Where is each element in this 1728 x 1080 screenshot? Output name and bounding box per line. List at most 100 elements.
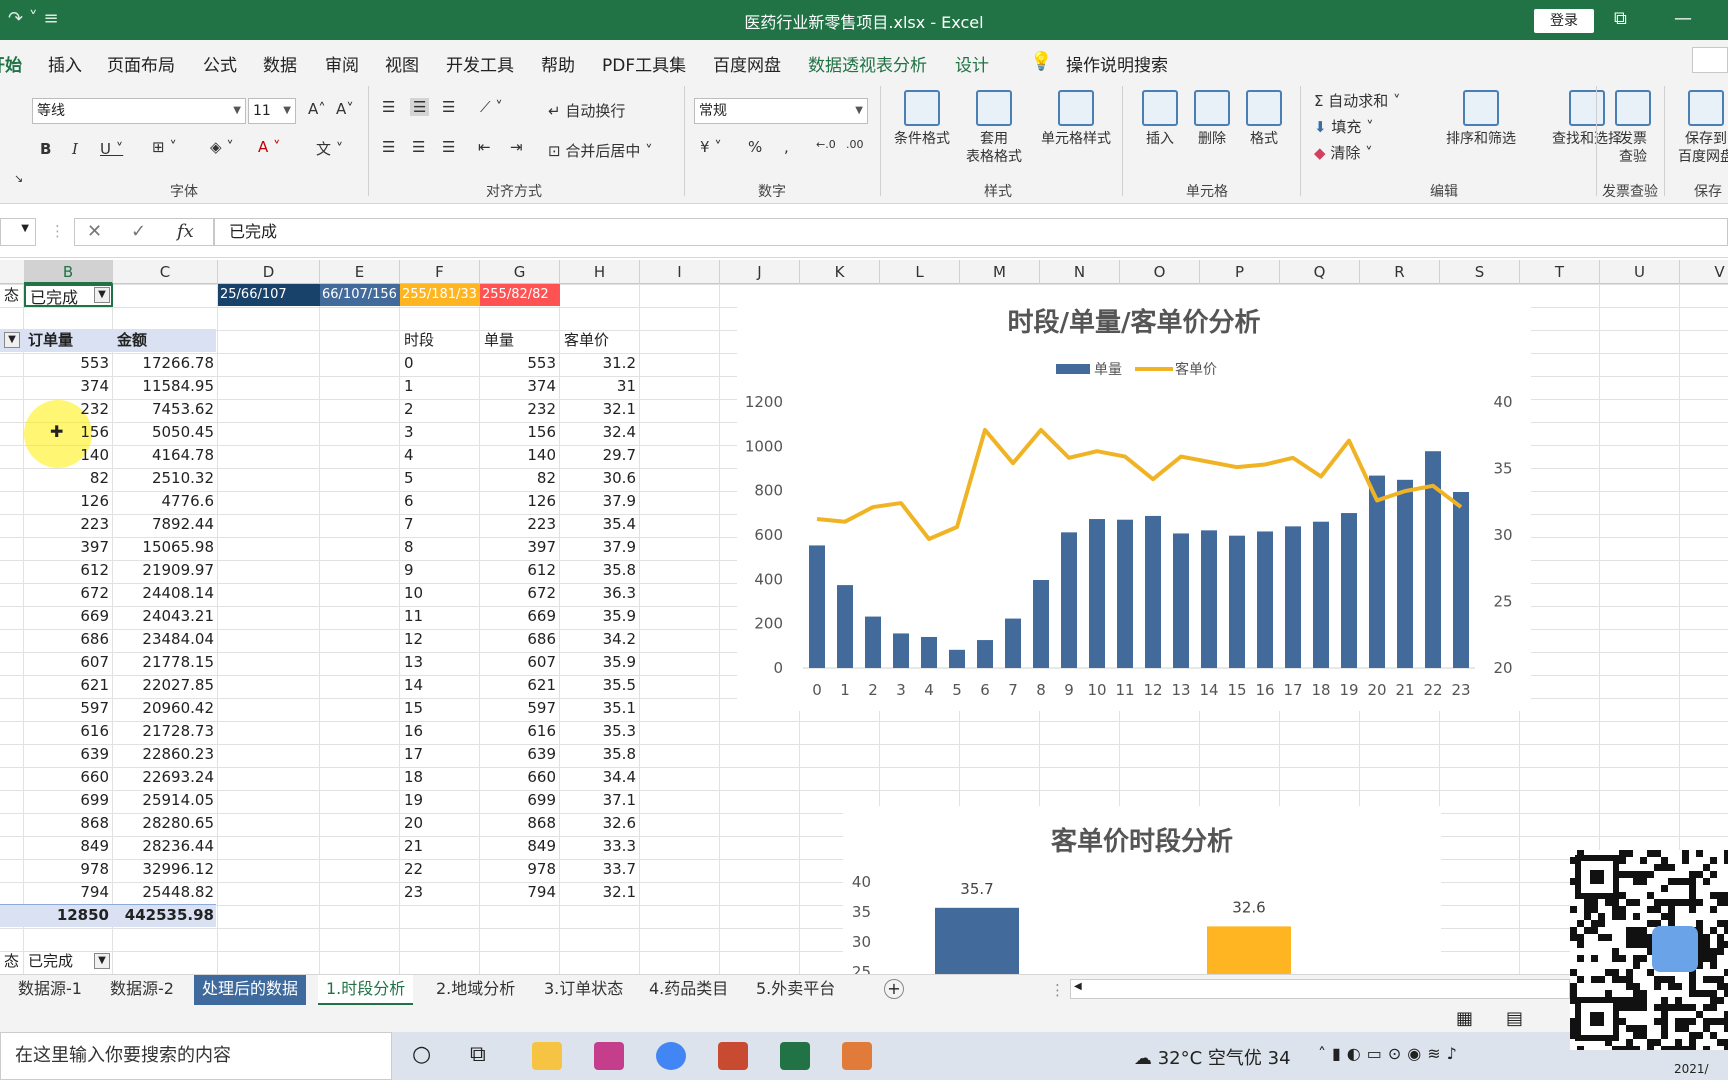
tab-splitter-icon[interactable]: ⋮ — [1050, 981, 1065, 999]
bar-orders[interactable] — [1173, 533, 1189, 668]
chart2-bar[interactable] — [935, 907, 1019, 974]
tab-pdf-tools[interactable]: PDF工具集 — [602, 51, 686, 76]
wrap-text-button[interactable]: ↵ 自动换行 — [548, 100, 625, 121]
bottom-filter-dropdown-icon[interactable]: ▼ — [94, 953, 110, 969]
tab-design[interactable]: 设计 — [955, 51, 989, 76]
save-netdisk-button[interactable]: 保存到 百度网盘 — [1666, 90, 1728, 166]
tab-data[interactable]: 数据 — [263, 51, 297, 76]
tab-developer[interactable]: 开发工具 — [446, 51, 514, 76]
bar-orders[interactable] — [1061, 532, 1077, 668]
name-box[interactable]: ▼ — [0, 218, 36, 246]
horizontal-scrollbar[interactable] — [1070, 979, 1570, 999]
invoice-check-button[interactable]: 发票 查验 — [1606, 90, 1660, 166]
bar-orders[interactable] — [893, 633, 909, 668]
bar-orders[interactable] — [1341, 513, 1357, 668]
bar-orders[interactable] — [1117, 519, 1133, 668]
pivot-filter-icon[interactable]: ▼ — [4, 332, 20, 348]
bar-orders[interactable] — [1033, 579, 1049, 668]
sheet-tab[interactable]: 1.时段分析 — [318, 975, 414, 1005]
line-avg-price[interactable] — [816, 427, 1463, 541]
column-header-S[interactable]: S — [1440, 260, 1520, 284]
decrease-font-icon[interactable]: A˅ — [336, 100, 354, 118]
bar-orders[interactable] — [1201, 530, 1217, 668]
border-icon[interactable]: ⊞ ˅ — [152, 138, 177, 156]
normal-view-icon[interactable]: ▦ — [1456, 1008, 1473, 1029]
autosum-button[interactable]: Σ 自动求和 ˅ — [1314, 90, 1401, 111]
enter-icon[interactable]: ✓ — [131, 221, 146, 242]
bar-orders[interactable] — [1089, 519, 1105, 668]
cortana-icon[interactable]: ○ — [412, 1042, 431, 1067]
sheet-tab[interactable]: 5.外卖平台 — [748, 975, 843, 1005]
bar-orders[interactable] — [1145, 515, 1161, 668]
share-button[interactable] — [1692, 47, 1728, 73]
currency-icon[interactable]: ¥ ˅ — [700, 138, 722, 156]
scroll-left-icon[interactable]: ◀ — [1074, 981, 1082, 992]
comma-icon[interactable]: , — [784, 138, 789, 156]
column-header-F[interactable]: F — [400, 260, 480, 284]
column-header-C[interactable]: C — [113, 260, 218, 284]
sheet-tab[interactable]: 3.订单状态 — [536, 975, 631, 1005]
bar-orders[interactable] — [837, 585, 853, 668]
column-header-B[interactable]: B — [24, 260, 113, 284]
filter-dropdown-icon[interactable]: ▼ — [94, 287, 110, 303]
bar-orders[interactable] — [1313, 521, 1329, 668]
tab-view[interactable]: 视图 — [385, 51, 419, 76]
sort-filter-button[interactable]: 排序和筛选 — [1426, 90, 1536, 148]
powerpoint-icon[interactable] — [718, 1042, 748, 1070]
bold-button[interactable]: B — [40, 140, 51, 158]
align-right-icon[interactable]: ☰ — [442, 138, 455, 156]
dialog-launcher-icon[interactable]: ↘ — [14, 172, 23, 185]
bar-orders[interactable] — [1397, 479, 1413, 668]
bar-orders[interactable] — [1285, 526, 1301, 668]
excel-icon[interactable] — [780, 1042, 810, 1070]
format-as-table-button[interactable]: 套用 表格格式 — [958, 90, 1030, 166]
column-header-I[interactable]: I — [640, 260, 720, 284]
sheet-tab[interactable]: 处理后的数据 — [194, 975, 307, 1005]
sheet-tab[interactable]: 2.地域分析 — [428, 975, 523, 1005]
fill-button[interactable]: ⬇ 填充 ˅ — [1314, 116, 1374, 137]
font-color-icon[interactable]: A ˅ — [258, 138, 281, 156]
conditional-format-button[interactable]: 条件格式 — [888, 90, 956, 148]
tab-formulas[interactable]: 公式 — [203, 51, 237, 76]
bar-orders[interactable] — [1005, 618, 1021, 668]
font-size-combo[interactable]: 11 ▼ — [248, 98, 296, 124]
column-header-E[interactable]: E — [320, 260, 400, 284]
decrease-indent-icon[interactable]: ⇤ — [478, 138, 491, 156]
column-header-K[interactable]: K — [800, 260, 880, 284]
bar-orders[interactable] — [977, 640, 993, 668]
tell-me-search[interactable]: 操作说明搜索 — [1066, 51, 1168, 76]
weather-widget[interactable]: ☁ 32°C 空气优 34 — [1134, 1044, 1291, 1070]
percent-icon[interactable]: % — [748, 138, 762, 156]
fill-color-icon[interactable]: ◈ ˅ — [210, 138, 234, 156]
tab-help[interactable]: 帮助 — [541, 51, 575, 76]
column-header-H[interactable]: H — [560, 260, 640, 284]
bar-orders[interactable] — [1229, 535, 1245, 668]
ribbon-display-icon[interactable]: ⧉ — [1614, 8, 1627, 29]
bar-orders[interactable] — [1257, 531, 1273, 668]
tab-page-layout[interactable]: 页面布局 — [107, 51, 175, 76]
bar-orders[interactable] — [949, 649, 965, 668]
underline-button[interactable]: U ˅ — [100, 140, 123, 158]
number-format-combo[interactable]: 常规 ▼ — [694, 98, 868, 124]
cell-styles-button[interactable]: 单元格样式 — [1034, 90, 1118, 148]
insert-cells-button[interactable]: 插入 — [1134, 90, 1186, 148]
align-top-icon[interactable]: ☰ — [382, 98, 395, 116]
tab-review[interactable]: 审阅 — [325, 51, 359, 76]
format-cells-button[interactable]: 格式 — [1238, 90, 1290, 148]
orientation-icon[interactable]: ⟋ ˅ — [480, 98, 503, 116]
add-sheet-icon[interactable]: + — [884, 979, 904, 999]
formula-input[interactable]: 已完成 — [214, 218, 1728, 246]
column-header-L[interactable]: L — [880, 260, 960, 284]
increase-font-icon[interactable]: A˄ — [308, 100, 326, 118]
column-header-J[interactable]: J — [720, 260, 800, 284]
bar-orders[interactable] — [1369, 475, 1385, 668]
column-header-Q[interactable]: Q — [1280, 260, 1360, 284]
cancel-icon[interactable]: ✕ — [87, 221, 102, 242]
merge-center-button[interactable]: ⊡ 合并后居中 ˅ — [548, 140, 653, 161]
delete-cells-button[interactable]: 删除 — [1186, 90, 1238, 148]
chart-hour-orders-price[interactable]: 时段/单量/客单价分析单量 客单价020040060080010001200202… — [737, 285, 1531, 711]
column-header-G[interactable]: G — [480, 260, 560, 284]
file-explorer-icon[interactable] — [532, 1042, 562, 1070]
task-view-icon[interactable]: ⧉ — [470, 1042, 486, 1067]
font-name-combo[interactable]: 等线 ▼ — [32, 98, 246, 124]
